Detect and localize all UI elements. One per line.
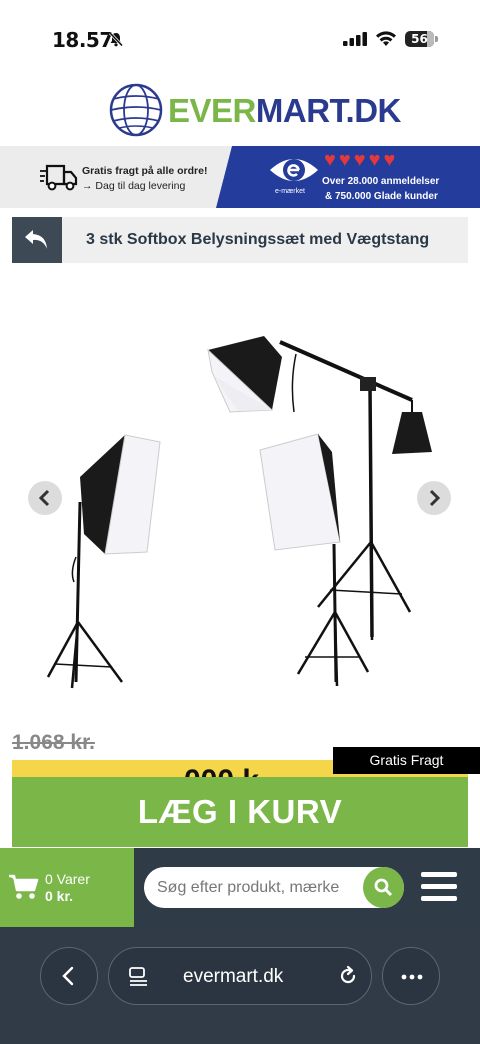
- emark-label: e-mærket: [275, 188, 305, 195]
- status-bar: 18.57 56: [0, 0, 480, 78]
- carousel-prev-button[interactable]: [28, 481, 62, 515]
- product-image-carousel[interactable]: [0, 272, 480, 712]
- add-to-cart-button[interactable]: LÆG I KURV: [12, 777, 468, 847]
- address-bar[interactable]: evermart.dk: [108, 947, 372, 1005]
- search-icon: [374, 878, 393, 897]
- battery-icon: 56: [405, 31, 438, 47]
- logo-part-ever: EVER: [168, 92, 256, 129]
- browser-back-button[interactable]: [40, 947, 98, 1005]
- status-time: 18.57: [52, 28, 113, 52]
- more-options-button[interactable]: [382, 947, 440, 1005]
- battery-level: 56: [411, 32, 428, 46]
- site-logo[interactable]: EVERMART.DK: [0, 80, 480, 142]
- free-shipping-badge: Gratis Fragt: [333, 747, 480, 774]
- browser-toolbar: evermart.dk: [0, 927, 480, 1044]
- heart-icon: ♥: [338, 149, 351, 171]
- cart-amount: 0 kr.: [45, 888, 74, 904]
- product-title: 3 stk Softbox Belysningssæt med Vægtstan…: [86, 231, 430, 248]
- chevron-left-icon: [38, 489, 50, 507]
- menu-line: [421, 896, 457, 901]
- emark-logo-icon: [270, 159, 318, 181]
- product-image: [46, 336, 432, 689]
- carousel-next-button[interactable]: [417, 481, 451, 515]
- shipping-title: Gratis fragt på alle ordre!: [82, 165, 208, 177]
- back-arrow-icon: [25, 230, 47, 249]
- shipping-subtitle: → Dag til dag levering: [82, 180, 186, 192]
- heart-icon: ♥: [383, 149, 396, 171]
- cellular-signal-icon: [343, 32, 367, 46]
- rating-hearts: ♥ ♥ ♥ ♥ ♥: [324, 150, 395, 170]
- back-button[interactable]: [12, 217, 62, 263]
- logo-part-mart: MART: [255, 92, 346, 129]
- product-title-bar: 3 stk Softbox Belysningssæt med Vægtstan…: [12, 217, 468, 263]
- old-price: 1.068 kr.: [12, 731, 95, 754]
- bell-muted-icon: [108, 31, 124, 47]
- delivery-truck-icon: [40, 164, 78, 191]
- cart-item-count: 0 Varer: [45, 871, 90, 887]
- chevron-right-icon: [429, 489, 441, 507]
- reviews-count: Over 28.000 anmeldelser: [322, 176, 440, 187]
- menu-line: [421, 884, 457, 889]
- chevron-left-icon: [62, 966, 74, 986]
- reader-mode-icon: [129, 967, 147, 986]
- reload-icon[interactable]: [337, 965, 359, 987]
- heart-icon: ♥: [324, 149, 336, 171]
- site-bottom-bar: 0 Varer 0 kr.: [0, 848, 480, 927]
- globe-logo-icon: [109, 83, 163, 137]
- url-text: evermart.dk: [183, 966, 284, 987]
- hamburger-menu-button[interactable]: [421, 872, 457, 902]
- mini-cart[interactable]: 0 Varer 0 kr.: [0, 848, 134, 927]
- heart-icon: ♥: [368, 149, 381, 171]
- logo-part-dk: .DK: [345, 92, 402, 129]
- logo-wordmark: EVERMART.DK: [168, 92, 401, 130]
- search-button[interactable]: [363, 867, 404, 908]
- happy-customers: & 750.000 Glade kunder: [325, 191, 438, 202]
- menu-line: [421, 872, 457, 877]
- promo-banner: Gratis fragt på alle ordre! → Dag til da…: [0, 146, 480, 208]
- shopping-cart-icon: [9, 874, 39, 899]
- more-dots-icon: [401, 974, 423, 980]
- heart-icon: ♥: [353, 149, 366, 171]
- wifi-icon: [376, 31, 396, 46]
